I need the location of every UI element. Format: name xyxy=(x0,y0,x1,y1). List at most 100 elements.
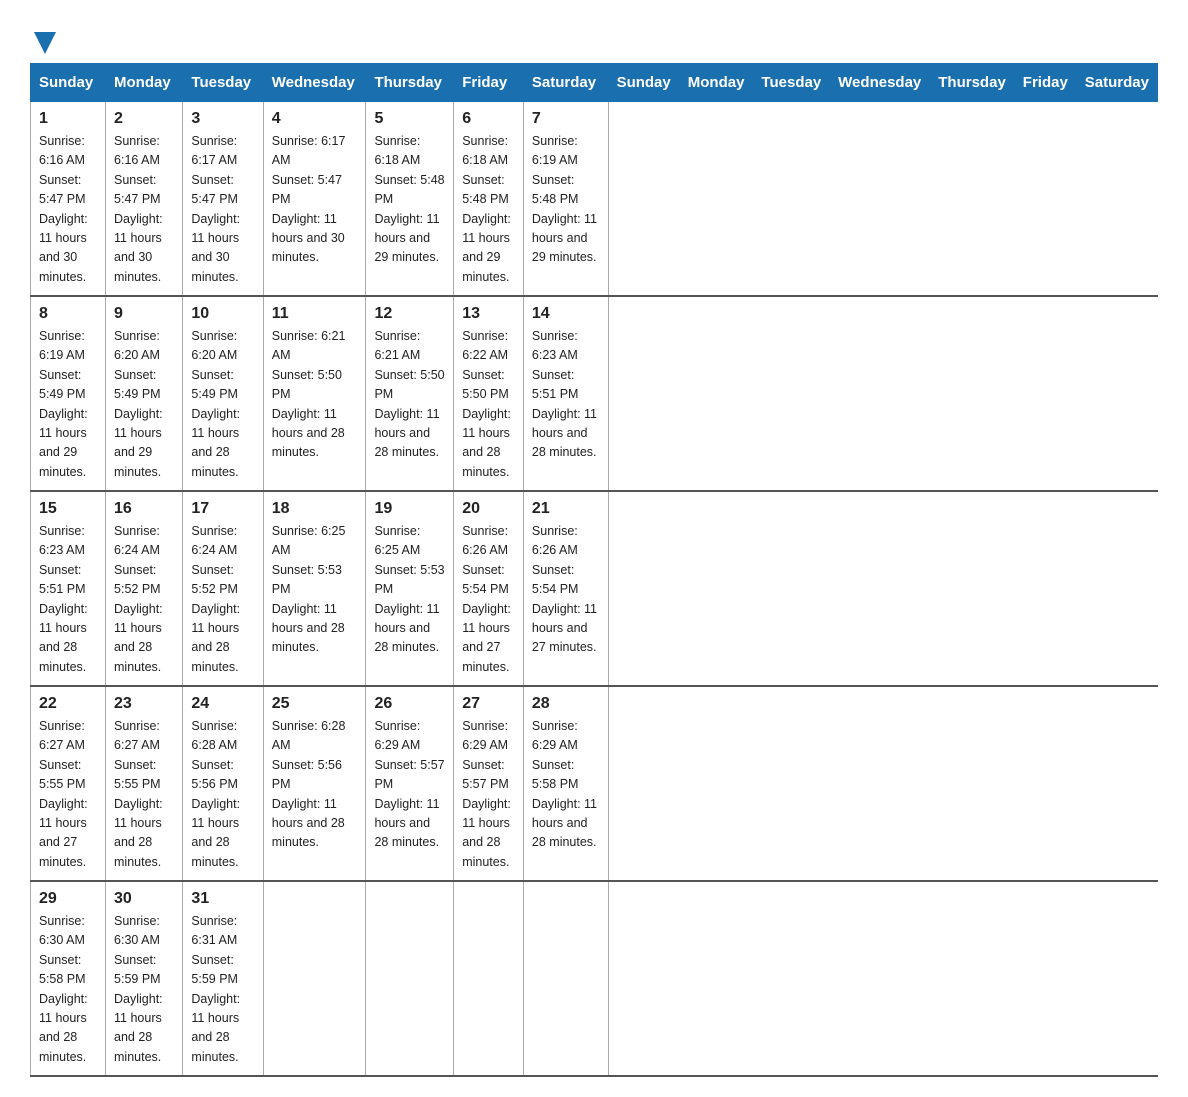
calendar-cell: 4 Sunrise: 6:17 AMSunset: 5:47 PMDaylight… xyxy=(263,102,366,297)
col-header-friday: Friday xyxy=(1014,64,1076,102)
day-number: 31 xyxy=(191,890,254,908)
calendar-cell: 25 Sunrise: 6:28 AMSunset: 5:56 PMDayligh… xyxy=(263,686,366,881)
calendar-cell xyxy=(366,881,454,1076)
day-number: 22 xyxy=(39,695,97,713)
col-header-tuesday: Tuesday xyxy=(183,64,263,102)
day-info: Sunrise: 6:20 AMSunset: 5:49 PMDaylight:… xyxy=(114,329,163,479)
col-header-wednesday: Wednesday xyxy=(830,64,930,102)
day-number: 4 xyxy=(272,110,358,128)
calendar-week-row: 15 Sunrise: 6:23 AMSunset: 5:51 PMDayligh… xyxy=(31,491,1158,686)
day-number: 25 xyxy=(272,695,358,713)
calendar-cell: 3Sunrise: 6:17 AMSunset: 5:47 PMDaylight… xyxy=(183,102,263,297)
col-header-saturday: Saturday xyxy=(1076,64,1157,102)
calendar-week-row: 29 Sunrise: 6:30 AMSunset: 5:58 PMDayligh… xyxy=(31,881,1158,1076)
day-info: Sunrise: 6:22 AMSunset: 5:50 PMDaylight:… xyxy=(462,329,511,479)
day-number: 13 xyxy=(462,305,515,323)
calendar-cell: 1 Sunrise: 6:16 AMSunset: 5:47 PMDaylight… xyxy=(31,102,106,297)
day-number: 29 xyxy=(39,890,97,908)
day-number: 12 xyxy=(374,305,445,323)
day-number: 2 xyxy=(114,110,174,128)
calendar-cell xyxy=(523,881,608,1076)
day-info: Sunrise: 6:27 AMSunset: 5:55 PMDaylight:… xyxy=(39,719,88,869)
logo xyxy=(30,30,56,53)
day-info: Sunrise: 6:30 AMSunset: 5:58 PMDaylight:… xyxy=(39,914,88,1064)
calendar-cell: 8 Sunrise: 6:19 AMSunset: 5:49 PMDaylight… xyxy=(31,296,106,491)
calendar-cell: 16 Sunrise: 6:24 AMSunset: 5:52 PMDayligh… xyxy=(106,491,183,686)
col-header-wednesday: Wednesday xyxy=(263,64,366,102)
col-header-tuesday: Tuesday xyxy=(753,64,830,102)
calendar-cell: 11 Sunrise: 6:21 AMSunset: 5:50 PMDayligh… xyxy=(263,296,366,491)
calendar-cell: 5 Sunrise: 6:18 AMSunset: 5:48 PMDaylight… xyxy=(366,102,454,297)
day-number: 30 xyxy=(114,890,174,908)
day-info: Sunrise: 6:20 AMSunset: 5:49 PMDaylight:… xyxy=(191,329,240,479)
calendar-cell: 2 Sunrise: 6:16 AMSunset: 5:47 PMDaylight… xyxy=(106,102,183,297)
day-info: Sunrise: 6:21 AMSunset: 5:50 PMDaylight:… xyxy=(374,329,444,459)
calendar-cell: 30 Sunrise: 6:30 AMSunset: 5:59 PMDayligh… xyxy=(106,881,183,1076)
day-number: 9 xyxy=(114,305,174,323)
day-number: 21 xyxy=(532,500,600,518)
day-number: 1 xyxy=(39,110,97,128)
calendar-cell: 28Sunrise: 6:29 AMSunset: 5:58 PMDayligh… xyxy=(523,686,608,881)
day-number: 14 xyxy=(532,305,600,323)
calendar-cell: 17Sunrise: 6:24 AMSunset: 5:52 PMDayligh… xyxy=(183,491,263,686)
day-info: Sunrise: 6:16 AMSunset: 5:47 PMDaylight:… xyxy=(114,134,163,284)
day-info: Sunrise: 6:27 AMSunset: 5:55 PMDaylight:… xyxy=(114,719,163,869)
calendar-cell: 9 Sunrise: 6:20 AMSunset: 5:49 PMDaylight… xyxy=(106,296,183,491)
calendar-cell: 15 Sunrise: 6:23 AMSunset: 5:51 PMDayligh… xyxy=(31,491,106,686)
day-number: 11 xyxy=(272,305,358,323)
day-info: Sunrise: 6:24 AMSunset: 5:52 PMDaylight:… xyxy=(114,524,163,674)
calendar-cell: 31Sunrise: 6:31 AMSunset: 5:59 PMDayligh… xyxy=(183,881,263,1076)
calendar-header-row: SundayMondayTuesdayWednesdayThursdayFrid… xyxy=(31,64,1158,102)
day-info: Sunrise: 6:19 AMSunset: 5:48 PMDaylight:… xyxy=(532,134,597,264)
calendar-cell xyxy=(263,881,366,1076)
calendar-cell xyxy=(454,881,524,1076)
calendar-cell: 23 Sunrise: 6:27 AMSunset: 5:55 PMDayligh… xyxy=(106,686,183,881)
day-number: 23 xyxy=(114,695,174,713)
col-header-thursday: Thursday xyxy=(366,64,454,102)
calendar-cell: 10 Sunrise: 6:20 AMSunset: 5:49 PMDayligh… xyxy=(183,296,263,491)
day-info: Sunrise: 6:17 AMSunset: 5:47 PMDaylight:… xyxy=(272,134,346,264)
day-info: Sunrise: 6:29 AMSunset: 5:58 PMDaylight:… xyxy=(532,719,597,849)
calendar-cell: 12 Sunrise: 6:21 AMSunset: 5:50 PMDayligh… xyxy=(366,296,454,491)
calendar-cell: 19Sunrise: 6:25 AMSunset: 5:53 PMDayligh… xyxy=(366,491,454,686)
day-info: Sunrise: 6:29 AMSunset: 5:57 PMDaylight:… xyxy=(462,719,511,869)
day-info: Sunrise: 6:26 AMSunset: 5:54 PMDaylight:… xyxy=(532,524,597,654)
logo-triangle-icon xyxy=(34,32,56,54)
calendar-cell: 20Sunrise: 6:26 AMSunset: 5:54 PMDayligh… xyxy=(454,491,524,686)
day-info: Sunrise: 6:17 AMSunset: 5:47 PMDaylight:… xyxy=(191,134,240,284)
day-info: Sunrise: 6:18 AMSunset: 5:48 PMDaylight:… xyxy=(462,134,511,284)
day-number: 19 xyxy=(374,500,445,518)
calendar-cell: 21 Sunrise: 6:26 AMSunset: 5:54 PMDayligh… xyxy=(523,491,608,686)
day-info: Sunrise: 6:30 AMSunset: 5:59 PMDaylight:… xyxy=(114,914,163,1064)
calendar-cell: 24Sunrise: 6:28 AMSunset: 5:56 PMDayligh… xyxy=(183,686,263,881)
calendar-table: SundayMondayTuesdayWednesdayThursdayFrid… xyxy=(30,63,1158,1077)
day-number: 5 xyxy=(374,110,445,128)
day-info: Sunrise: 6:19 AMSunset: 5:49 PMDaylight:… xyxy=(39,329,88,479)
day-info: Sunrise: 6:18 AMSunset: 5:48 PMDaylight:… xyxy=(374,134,444,264)
calendar-week-row: 22 Sunrise: 6:27 AMSunset: 5:55 PMDayligh… xyxy=(31,686,1158,881)
day-number: 6 xyxy=(462,110,515,128)
day-info: Sunrise: 6:21 AMSunset: 5:50 PMDaylight:… xyxy=(272,329,346,459)
calendar-cell: 18Sunrise: 6:25 AMSunset: 5:53 PMDayligh… xyxy=(263,491,366,686)
calendar-cell: 6 Sunrise: 6:18 AMSunset: 5:48 PMDaylight… xyxy=(454,102,524,297)
calendar-week-row: 1 Sunrise: 6:16 AMSunset: 5:47 PMDaylight… xyxy=(31,102,1158,297)
day-number: 26 xyxy=(374,695,445,713)
day-info: Sunrise: 6:23 AMSunset: 5:51 PMDaylight:… xyxy=(39,524,88,674)
day-number: 24 xyxy=(191,695,254,713)
col-header-saturday: Saturday xyxy=(523,64,608,102)
calendar-cell: 14 Sunrise: 6:23 AMSunset: 5:51 PMDayligh… xyxy=(523,296,608,491)
day-number: 8 xyxy=(39,305,97,323)
day-number: 16 xyxy=(114,500,174,518)
day-info: Sunrise: 6:25 AMSunset: 5:53 PMDaylight:… xyxy=(272,524,346,654)
day-info: Sunrise: 6:23 AMSunset: 5:51 PMDaylight:… xyxy=(532,329,597,459)
calendar-cell: 7Sunrise: 6:19 AMSunset: 5:48 PMDaylight… xyxy=(523,102,608,297)
page-header xyxy=(30,20,1158,53)
col-header-monday: Monday xyxy=(679,64,753,102)
day-info: Sunrise: 6:16 AMSunset: 5:47 PMDaylight:… xyxy=(39,134,88,284)
day-number: 15 xyxy=(39,500,97,518)
col-header-monday: Monday xyxy=(106,64,183,102)
day-info: Sunrise: 6:28 AMSunset: 5:56 PMDaylight:… xyxy=(272,719,346,849)
calendar-cell: 13 Sunrise: 6:22 AMSunset: 5:50 PMDayligh… xyxy=(454,296,524,491)
day-number: 10 xyxy=(191,305,254,323)
day-number: 17 xyxy=(191,500,254,518)
